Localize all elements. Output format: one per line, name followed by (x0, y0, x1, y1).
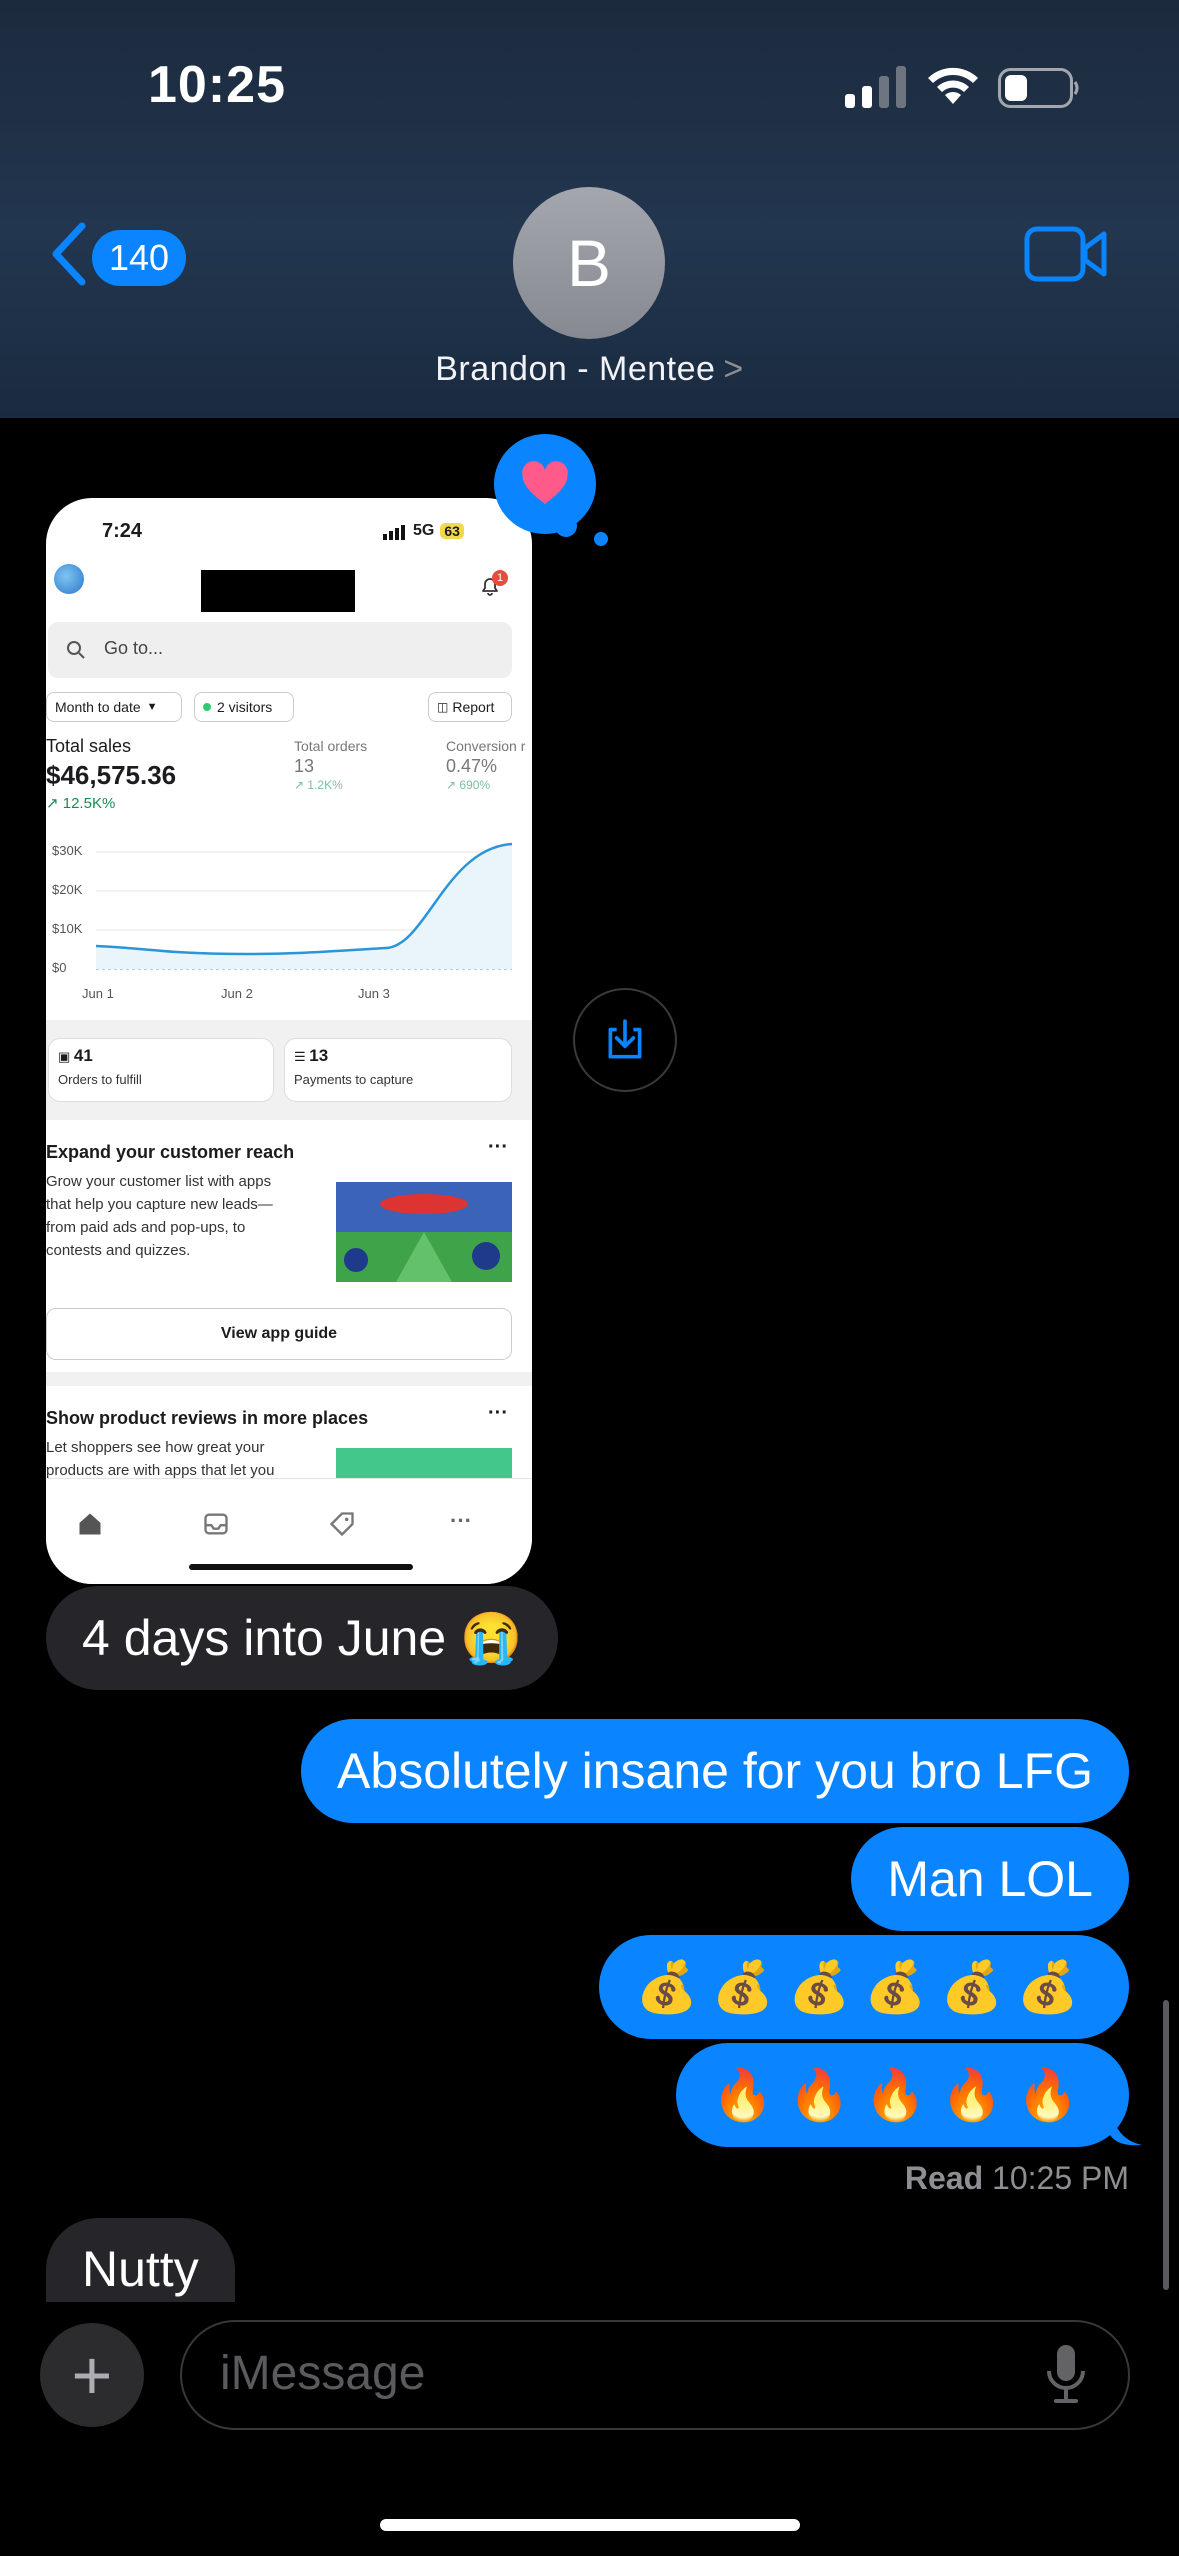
read-receipt: Read 10:25 PM (905, 2160, 1129, 2197)
total-sales-value: $46,575.36 (46, 760, 177, 790)
report-label: Report (452, 699, 495, 715)
section-title-customer-reach: Expand your customer reach (46, 1142, 295, 1162)
bubble-tail (1110, 2105, 1142, 2146)
x-tick-jun3: Jun 3 (358, 986, 390, 1001)
section-body-customer-reach: Grow your customer list with apps that h… (46, 1170, 316, 1262)
attachment-status-icons: 5G 63 (383, 522, 464, 540)
read-label: Read (904, 2160, 984, 2196)
date-range-chip[interactable]: Month to date ▼ (46, 692, 182, 722)
inbox-tab-icon[interactable] (202, 1510, 230, 1538)
promo-illustration (336, 1182, 512, 1282)
message-bubble-sent[interactable]: Man LOL (851, 1827, 1129, 1931)
total-sales-change-value: 12.5K% (62, 795, 116, 812)
payments-to-capture-value: ☰ 13 (294, 1046, 328, 1066)
apps-plus-button[interactable]: + (40, 2323, 144, 2427)
total-orders-label: Total orders (294, 738, 368, 754)
report-chip[interactable]: ◫ Report (428, 692, 512, 722)
heart-reaction-icon (522, 461, 568, 504)
tapback-tail (594, 532, 608, 546)
save-attachment-button[interactable] (573, 988, 677, 1092)
contact-name-text: Brandon - Mentee (435, 350, 716, 388)
imessage-placeholder: iMessage (220, 2347, 426, 2400)
conversion-label: Conversion r (446, 738, 526, 754)
total-sales-change: ↗ 12.5K% (46, 794, 115, 812)
conversion-value: 0.47% (446, 756, 498, 776)
more-options-icon[interactable]: ··· (488, 1402, 508, 1425)
body-line: from paid ads and pop-ups, to (46, 1219, 246, 1236)
search-placeholder: Go to... (104, 638, 164, 658)
reviews-illustration (336, 1448, 512, 1478)
contact-avatar[interactable]: B (513, 187, 665, 339)
trend-up-icon: ↗ (46, 795, 63, 812)
total-sales-label: Total sales (46, 736, 132, 756)
battery-icon (998, 68, 1079, 108)
message-bubble-sent[interactable]: 🔥🔥🔥🔥🔥 (675, 2043, 1129, 2147)
image-attachment[interactable]: 7:24 5G 63 1 Go to... Month to date ▼ 2 v… (46, 498, 532, 1584)
total-orders-change: ↗ 1.2K% (294, 778, 343, 792)
chevron-down-icon: ▼ (146, 701, 158, 713)
attachment-signal-icon (383, 522, 407, 540)
read-time: 10:25 PM (992, 2160, 1129, 2196)
orders-count: 41 (73, 1046, 93, 1065)
payments-count: 13 (309, 1046, 329, 1065)
date-range-label: Month to date (55, 699, 141, 715)
tapback-tail (555, 515, 577, 537)
body-line: contests and quizzes. (46, 1242, 191, 1259)
body-line: Grow your customer list with apps (46, 1173, 272, 1190)
body-line: that help you capture new leads— (46, 1196, 273, 1213)
store-logo[interactable] (54, 564, 84, 594)
payments-to-capture-label: Payments to capture (294, 1072, 414, 1087)
tapback-reaction[interactable] (494, 434, 596, 534)
video-camera-icon[interactable] (1024, 226, 1108, 282)
save-download-icon (608, 1019, 642, 1059)
contact-name[interactable]: Brandon - Mentee > (0, 350, 1179, 389)
unread-count-badge[interactable]: 140 (92, 230, 186, 286)
tag-icon[interactable] (328, 1510, 356, 1538)
message-bubble-received[interactable]: Nutty (46, 2218, 235, 2302)
total-orders-value: 13 (294, 756, 315, 776)
inbox-icon: ▣ (58, 1049, 74, 1064)
redacted-store-name (201, 570, 355, 612)
visitors-label: 2 visitors (217, 699, 273, 715)
attachment-network: 5G (413, 522, 435, 539)
trend-up-icon: ↗ (446, 778, 460, 792)
search-icon (67, 641, 85, 659)
message-bubble-sent[interactable]: 💰💰💰💰💰💰 (599, 1935, 1129, 2039)
conversion-change: ↗ 690% (446, 778, 490, 792)
more-tab-icon[interactable]: ··· (450, 1508, 472, 1534)
section-title-product-reviews: Show product reviews in more places (46, 1408, 369, 1428)
home-indicator (380, 2519, 800, 2531)
x-tick-jun1: Jun 1 (82, 986, 114, 1001)
wifi-icon (928, 67, 978, 104)
home-icon[interactable] (76, 1510, 104, 1538)
more-options-icon[interactable]: ··· (488, 1136, 508, 1159)
total-orders-change-value: 1.2K% (307, 778, 343, 792)
sales-line-chart (95, 842, 513, 970)
signal-icon (845, 66, 906, 108)
back-chevron-icon[interactable] (48, 222, 88, 286)
orders-to-fulfill-value: ▣ 41 (58, 1046, 93, 1066)
view-app-guide-button[interactable]: View app guide (46, 1308, 512, 1360)
x-tick-jun2: Jun 2 (221, 986, 253, 1001)
contact-chevron-icon: > (723, 350, 744, 388)
attachment-battery: 63 (440, 523, 464, 539)
message-bubble-received[interactable]: 4 days into June 😭 (46, 1586, 559, 1690)
attachment-home-indicator (189, 1564, 413, 1570)
notification-badge: 1 (492, 570, 508, 586)
attachment-status-time: 7:24 (102, 520, 143, 542)
section-body-product-reviews: Let shoppers see how great your products… (46, 1436, 316, 1482)
payment-icon: ☰ (294, 1049, 310, 1064)
status-time: 10:25 (148, 56, 286, 114)
trend-up-icon: ↗ (294, 778, 308, 792)
microphone-icon[interactable] (1044, 2343, 1088, 2405)
report-icon: ◫ (437, 700, 449, 714)
message-bubble-sent[interactable]: Absolutely insane for you bro LFG (301, 1719, 1129, 1823)
body-line: Let shoppers see how great your (46, 1439, 265, 1456)
visitors-chip[interactable]: 2 visitors (194, 692, 294, 722)
section-divider (46, 1372, 532, 1386)
orders-to-fulfill-label: Orders to fulfill (58, 1072, 142, 1087)
conversion-change-value: 690% (459, 778, 491, 792)
live-dot-icon (203, 703, 211, 711)
scrollbar[interactable] (1163, 2000, 1169, 2290)
